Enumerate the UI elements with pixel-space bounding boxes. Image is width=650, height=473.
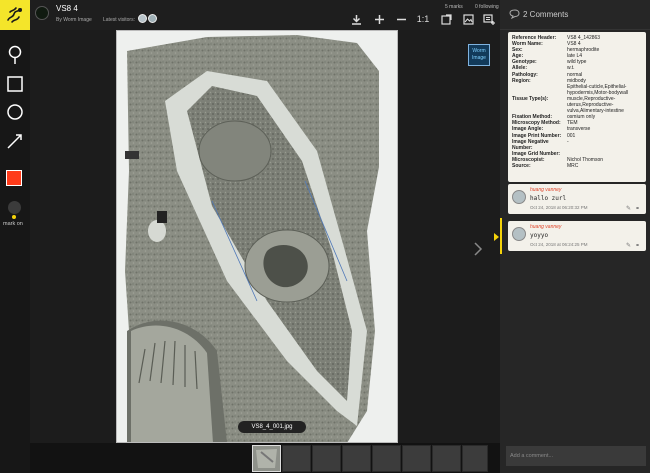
marks-count: 5 marks: [445, 4, 463, 10]
thumbnail-item[interactable]: [372, 445, 401, 472]
thumbnail-strip: [30, 443, 500, 473]
download-icon[interactable]: [350, 13, 362, 25]
metadata-value: -: [567, 138, 569, 145]
comment-time: Oct 24, 2018 at 06:20:32 PM: [530, 205, 588, 210]
edit-icon[interactable]: ✎: [626, 205, 631, 212]
comment-card[interactable]: huang vanney yoyyo Oct 24, 2018 at 06:24…: [508, 221, 646, 251]
image-viewer[interactable]: Worm Image VS8_4_001.jpg: [30, 30, 500, 443]
badge-line-1: Worm: [472, 48, 486, 54]
comment-author[interactable]: huang vanney: [530, 224, 561, 230]
tool-sidebar: mark on: [0, 0, 30, 473]
mark-toggle-label: mark on: [3, 221, 23, 227]
mark-status-indicator: [12, 215, 16, 219]
metadata-key: Source:: [512, 162, 531, 169]
comment-card[interactable]: huang vanney hallo zurl Oct 24, 2018 at …: [508, 184, 646, 214]
visitor-avatar[interactable]: [148, 14, 157, 23]
comment-text: yoyyo: [530, 232, 549, 239]
image-gallery-icon[interactable]: [462, 13, 474, 25]
mark-toggle[interactable]: [8, 201, 21, 214]
zoom-reset-button[interactable]: 1:1: [416, 13, 430, 25]
thumbnail-item[interactable]: [402, 445, 431, 472]
comments-panel: 2 Comments Reference Header: VS8 4_142863…: [500, 0, 650, 473]
thumbnail-item[interactable]: [312, 445, 341, 472]
link-icon[interactable]: ⚭: [635, 242, 640, 249]
following-count: 0 following: [475, 4, 499, 10]
link-icon[interactable]: ⚭: [635, 205, 640, 212]
metadata-key: Image Negative Number:: [512, 138, 549, 151]
fullscreen-icon[interactable]: [440, 13, 452, 25]
comments-title: 2 Comments: [523, 10, 569, 19]
filename-label: VS8_4_001.jpg: [238, 421, 306, 433]
comment-text: hallo zurl: [530, 195, 567, 202]
comment-input[interactable]: [506, 446, 646, 466]
badge-line-2: Image: [472, 55, 486, 61]
circle-tool-icon[interactable]: [4, 101, 26, 123]
project-avatar: [35, 6, 49, 20]
thumbnail-item[interactable]: [462, 445, 488, 472]
next-image-icon[interactable]: [471, 242, 485, 256]
rectangle-tool-icon[interactable]: [4, 73, 26, 95]
zoom-in-icon[interactable]: [373, 13, 385, 25]
visitors-label: Latest visitors:: [103, 17, 135, 23]
commenter-avatar[interactable]: [512, 190, 526, 204]
author-link[interactable]: By Worm Image: [56, 17, 92, 23]
active-comment-arrow-icon: [494, 233, 499, 241]
metadata-value: MRC: [567, 162, 579, 169]
comments-header: 2 Comments: [500, 0, 650, 30]
edit-icon[interactable]: ✎: [626, 242, 631, 249]
app-window: mark on VS8 4 By Worm Image Latest visit…: [0, 0, 650, 473]
image-metadata-card: Reference Header: VS8 4_142863 Worm Name: V…: [508, 32, 646, 182]
metadata-row: Source: MRC: [512, 163, 642, 169]
add-comment-icon[interactable]: [483, 13, 495, 25]
thumbnail-item[interactable]: [252, 445, 281, 472]
thumbnail-item[interactable]: [342, 445, 371, 472]
commenter-avatar[interactable]: [512, 227, 526, 241]
worm-image-badge: Worm Image: [468, 44, 490, 66]
arrow-tool-icon[interactable]: [4, 130, 26, 152]
header-bar: VS8 4 By Worm Image Latest visitors: 5 m…: [30, 0, 500, 30]
app-logo[interactable]: [0, 0, 30, 30]
color-picker[interactable]: [6, 170, 22, 186]
metadata-row: Image Negative Number: -: [512, 139, 642, 151]
active-comment-marker: [500, 218, 502, 254]
thumbnail-item[interactable]: [432, 445, 461, 472]
comments-icon: [509, 9, 520, 19]
thumbnail-item[interactable]: [282, 445, 311, 472]
comment-author[interactable]: huang vanney: [530, 187, 561, 193]
zoom-out-icon[interactable]: [395, 13, 407, 25]
visitor-avatar[interactable]: [138, 14, 147, 23]
comment-time: Oct 24, 2018 at 06:24:25 PM: [530, 242, 588, 247]
page-title: VS8 4: [56, 4, 78, 13]
pin-tool-icon[interactable]: [4, 44, 26, 66]
micrograph-image[interactable]: [116, 30, 398, 443]
